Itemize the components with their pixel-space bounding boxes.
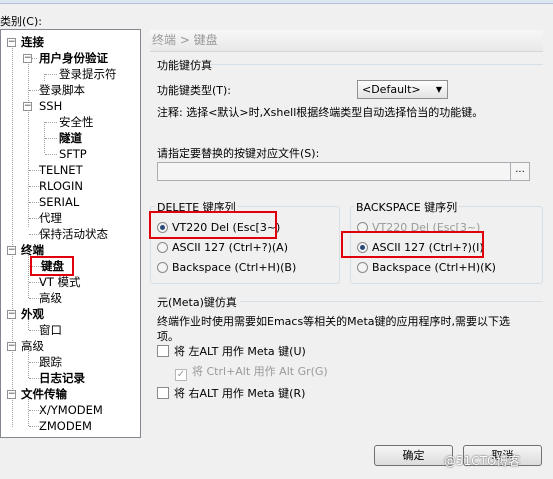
tree-item-file-transfer[interactable]: 文件传输 bbox=[21, 386, 67, 402]
right-alt-meta-checkbox[interactable]: 将 右ALT 用作 Meta 键(R) bbox=[157, 386, 305, 402]
collapse-icon[interactable]: − bbox=[7, 38, 16, 47]
function-keys-section-title: 功能键仿真 bbox=[157, 59, 212, 72]
delete-option-backspace[interactable]: Backspace (Ctrl+H)(B) bbox=[157, 260, 296, 276]
meta-description-line1: 终端作业时使用需要如Emacs等相关的Meta键的应用程序时,需要以下选 bbox=[157, 315, 510, 328]
collapse-icon[interactable]: − bbox=[7, 246, 16, 255]
function-key-type-label: 功能键类型(T): bbox=[157, 84, 232, 97]
collapse-icon[interactable]: − bbox=[23, 102, 32, 111]
function-key-note: 注释: 选择<默认>时,Xshell根据终端类型自动选择恰当的功能键。 bbox=[157, 106, 484, 119]
tree-item-ssh[interactable]: SSH bbox=[39, 98, 62, 114]
highlight-box bbox=[341, 231, 484, 258]
tree-item-vt-modes[interactable]: VT 模式 bbox=[39, 274, 81, 290]
tree-item-rlogin[interactable]: RLOGIN bbox=[39, 178, 83, 194]
function-key-type-value: <Default> bbox=[362, 83, 421, 96]
ctrl-alt-altgr-checkbox[interactable]: ✓ 将 Ctrl+Alt 用作 Alt Gr(G) bbox=[175, 364, 328, 381]
tree-item-proxy[interactable]: 代理 bbox=[39, 210, 62, 226]
tree-item-xymodem[interactable]: X/YMODEM bbox=[39, 402, 103, 418]
section-divider bbox=[240, 301, 543, 302]
ok-button[interactable]: 确定 bbox=[374, 445, 453, 466]
key-file-input[interactable] bbox=[157, 162, 530, 181]
checkmark-icon: ✓ bbox=[175, 369, 187, 381]
delete-option-ascii127-label: ASCII 127 (Ctrl+?)(A) bbox=[172, 241, 288, 254]
tree-item-serial[interactable]: SERIAL bbox=[39, 194, 79, 210]
meta-section-title: 元(Meta)键仿真 bbox=[157, 296, 237, 309]
checkbox-icon bbox=[157, 345, 169, 357]
radio-icon bbox=[357, 262, 368, 273]
category-label: 类别(C): bbox=[0, 15, 42, 28]
collapse-icon[interactable]: − bbox=[7, 310, 16, 319]
checkbox-icon bbox=[157, 387, 169, 399]
tree-item-window[interactable]: 窗口 bbox=[39, 322, 62, 338]
breadcrumb: 终端 > 键盘 bbox=[150, 30, 543, 52]
tree-item-security[interactable]: 安全性 bbox=[59, 114, 94, 130]
delete-option-ascii127[interactable]: ASCII 127 (Ctrl+?)(A) bbox=[157, 240, 288, 256]
highlight-box bbox=[30, 256, 74, 276]
right-alt-meta-label: 将 右ALT 用作 Meta 键(R) bbox=[174, 387, 306, 400]
tree-item-appearance[interactable]: 外观 bbox=[21, 306, 44, 322]
delete-option-backspace-label: Backspace (Ctrl+H)(B) bbox=[172, 261, 297, 274]
category-tree[interactable]: − − − − − − − 连接 用户身份验证 登录提示符 登录脚本 SSH 安… bbox=[0, 29, 141, 438]
function-key-type-select[interactable]: <Default> ▼ bbox=[357, 80, 448, 99]
title-bar-fragment bbox=[0, 0, 553, 4]
highlight-box bbox=[149, 211, 277, 239]
tree-item-user-auth[interactable]: 用户身份验证 bbox=[39, 50, 108, 66]
collapse-icon[interactable]: − bbox=[7, 390, 16, 399]
tree-item-telnet[interactable]: TELNET bbox=[39, 162, 83, 178]
collapse-icon[interactable]: − bbox=[23, 54, 32, 63]
ctrl-alt-altgr-label: 将 Ctrl+Alt 用作 Alt Gr(G) bbox=[192, 365, 328, 378]
tree-item-zmodem[interactable]: ZMODEM bbox=[39, 418, 92, 434]
tree-item-login-prompts[interactable]: 登录提示符 bbox=[59, 66, 117, 82]
key-file-label: 请指定要替换的按键对应文件(S): bbox=[157, 147, 320, 160]
tree-item-tunneling[interactable]: 隧道 bbox=[59, 130, 82, 146]
radio-icon bbox=[157, 262, 168, 273]
radio-icon bbox=[157, 242, 168, 253]
tree-item-keep-alive[interactable]: 保持活动状态 bbox=[39, 226, 108, 242]
backspace-option-backspace-label: Backspace (Ctrl+H)(K) bbox=[372, 261, 496, 274]
watermark: @51CTO博客 bbox=[444, 454, 521, 468]
browse-button[interactable]: ... bbox=[510, 163, 529, 180]
tree-item-trace[interactable]: 跟踪 bbox=[39, 354, 62, 370]
left-alt-meta-label: 将 左ALT 用作 Meta 键(U) bbox=[174, 345, 306, 358]
tree-item-connection[interactable]: 连接 bbox=[21, 34, 44, 50]
tree-item-login-scripts[interactable]: 登录脚本 bbox=[39, 82, 85, 98]
left-alt-meta-checkbox[interactable]: 将 左ALT 用作 Meta 键(U) bbox=[157, 344, 306, 360]
tree-item-sftp[interactable]: SFTP bbox=[59, 146, 87, 162]
tree-item-terminal-advanced[interactable]: 高级 bbox=[39, 290, 62, 306]
meta-description-line2: 项。 bbox=[157, 330, 179, 343]
backspace-group-title: BACKSPACE 键序列 bbox=[354, 199, 460, 215]
tree-item-logging[interactable]: 日志记录 bbox=[39, 370, 85, 386]
section-divider bbox=[210, 64, 543, 65]
dropdown-arrow-icon: ▼ bbox=[435, 85, 442, 94]
collapse-icon[interactable]: − bbox=[7, 342, 16, 351]
backspace-option-backspace[interactable]: Backspace (Ctrl+H)(K) bbox=[357, 260, 496, 276]
tree-item-advanced[interactable]: 高级 bbox=[21, 338, 44, 354]
